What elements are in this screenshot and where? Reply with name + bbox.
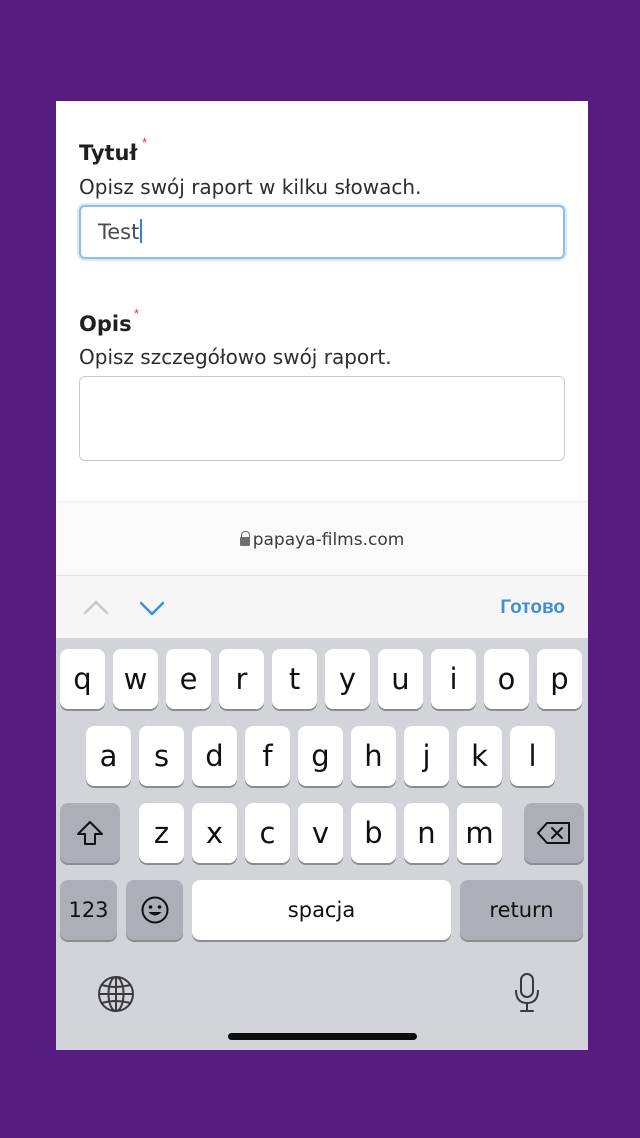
key-i[interactable]: i (431, 649, 476, 709)
title-input-value: Test (98, 219, 143, 244)
key-x[interactable]: x (192, 803, 237, 863)
key-b[interactable]: b (351, 803, 396, 863)
key-f[interactable]: f (245, 726, 290, 786)
key-p[interactable]: p (537, 649, 582, 709)
globe-icon[interactable] (96, 974, 136, 1014)
title-input[interactable]: Test (79, 205, 565, 259)
microphone-icon[interactable] (512, 971, 542, 1015)
shift-key[interactable] (60, 803, 120, 863)
done-button[interactable]: Готово (500, 597, 565, 619)
key-g[interactable]: g (298, 726, 343, 786)
description-description: Opisz szczegółowo swój raport. (79, 345, 392, 369)
key-y[interactable]: y (325, 649, 370, 709)
key-w[interactable]: w (113, 649, 158, 709)
chevron-down-icon[interactable] (138, 594, 166, 622)
description-label: Opis (79, 312, 132, 336)
url-text: papaya-films.com (252, 530, 405, 550)
key-r[interactable]: r (219, 649, 264, 709)
backspace-key[interactable] (524, 803, 584, 863)
keyboard-accessory-bar: Готово (56, 576, 588, 638)
title-description: Opisz swój raport w kilku słowach. (79, 175, 422, 199)
description-required-mark: * (134, 306, 140, 321)
return-key[interactable]: return (460, 880, 583, 940)
numbers-key[interactable]: 123 (60, 880, 117, 940)
space-key[interactable]: spacja (192, 880, 451, 940)
key-e[interactable]: e (166, 649, 211, 709)
lock-icon (239, 531, 251, 546)
key-t[interactable]: t (272, 649, 317, 709)
title-label-text: Tytuł (79, 141, 138, 165)
key-d[interactable]: d (192, 726, 237, 786)
backspace-icon (537, 822, 570, 844)
url-display: papaya-films.com (56, 530, 588, 550)
key-j[interactable]: j (404, 726, 449, 786)
key-u[interactable]: u (378, 649, 423, 709)
description-label-text: Opis (79, 312, 132, 336)
key-h[interactable]: h (351, 726, 396, 786)
title-label: Tytuł (79, 141, 137, 165)
description-textarea[interactable] (79, 376, 565, 461)
key-q[interactable]: q (60, 649, 105, 709)
key-s[interactable]: s (139, 726, 184, 786)
browser-url-bar[interactable]: papaya-films.com (56, 501, 588, 576)
emoji-key[interactable] (126, 880, 183, 940)
shift-icon (77, 821, 103, 845)
key-a[interactable]: a (86, 726, 131, 786)
title-value-text: Test (98, 220, 140, 244)
phone-screen: Tytuł * Opisz swój raport w kilku słowac… (56, 101, 588, 1050)
home-indicator[interactable] (228, 1033, 417, 1040)
chevron-up-icon[interactable] (82, 594, 110, 622)
key-k[interactable]: k (457, 726, 502, 786)
title-required-mark: * (142, 135, 148, 150)
key-l[interactable]: l (510, 726, 555, 786)
key-z[interactable]: z (139, 803, 184, 863)
key-c[interactable]: c (245, 803, 290, 863)
key-m[interactable]: m (457, 803, 502, 863)
key-n[interactable]: n (404, 803, 449, 863)
onscreen-keyboard: q w e r t y u i o p a s d f g h j k l z … (56, 638, 588, 1050)
emoji-icon (141, 896, 168, 924)
text-caret (140, 219, 143, 243)
key-o[interactable]: o (484, 649, 529, 709)
key-v[interactable]: v (298, 803, 343, 863)
